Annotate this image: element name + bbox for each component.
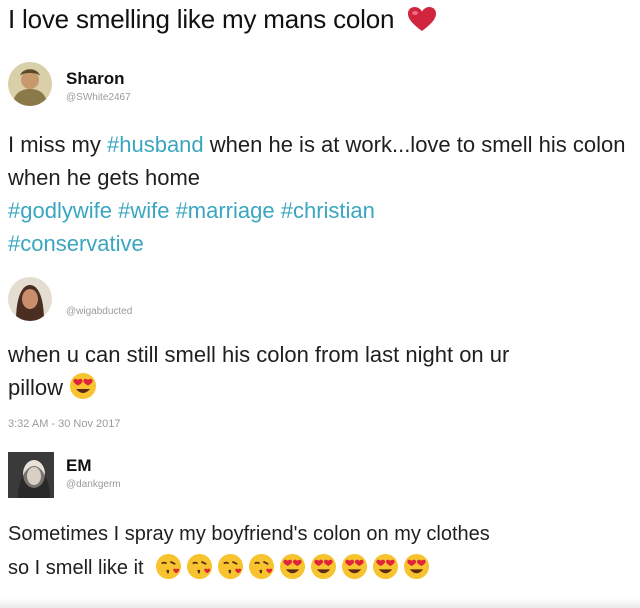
tweet-text-line: Sometimes I spray my boyfriend's colon o…	[8, 523, 490, 545]
hashtag-link[interactable]: #wife	[118, 198, 169, 223]
tweet-text-line: so I smell like it	[8, 557, 144, 579]
emoji-row	[155, 553, 430, 580]
heart-eyes-icon	[69, 372, 97, 409]
author-name[interactable]: Sharon	[66, 69, 125, 89]
author-name[interactable]: EM	[66, 456, 92, 476]
kiss-face-icon	[249, 553, 275, 580]
bottom-divider	[0, 598, 640, 608]
tweet-text: when u can still smell his colon from la…	[8, 338, 548, 409]
hashtag-link[interactable]: #godlywife	[8, 198, 112, 223]
tweet-text: Sometimes I spray my boyfriend's colon o…	[8, 517, 633, 585]
hashtag-link[interactable]: #christian	[281, 198, 375, 223]
heart-eyes-icon	[404, 553, 430, 580]
kiss-face-icon	[218, 553, 244, 580]
heart-eyes-icon	[280, 553, 306, 580]
kiss-face-icon	[187, 553, 213, 580]
caption-text: I love smelling like my mans colon	[8, 4, 395, 34]
heart-eyes-icon	[342, 553, 368, 580]
tweet-text-part: I miss my	[8, 132, 107, 157]
meme-caption: I love smelling like my mans colon	[8, 4, 437, 39]
avatar[interactable]	[8, 62, 52, 106]
heart-icon	[407, 6, 437, 39]
author-handle[interactable]: @dankgerm	[66, 479, 121, 490]
author-handle[interactable]: @wigabducted	[66, 306, 132, 317]
avatar[interactable]	[8, 277, 52, 321]
author-handle[interactable]: @SWhite2467	[66, 92, 131, 103]
heart-eyes-icon	[311, 553, 337, 580]
hashtag-link[interactable]: #conservative	[8, 231, 144, 256]
tweet-text: I miss my #husband when he is at work...…	[8, 128, 628, 260]
heart-eyes-icon	[373, 553, 399, 580]
avatar[interactable]	[8, 452, 54, 498]
kiss-face-icon	[156, 553, 182, 580]
hashtag-link[interactable]: #marriage	[176, 198, 275, 223]
hashtag-link[interactable]: #husband	[107, 132, 204, 157]
timestamp[interactable]: 3:32 AM - 30 Nov 2017	[8, 418, 121, 430]
